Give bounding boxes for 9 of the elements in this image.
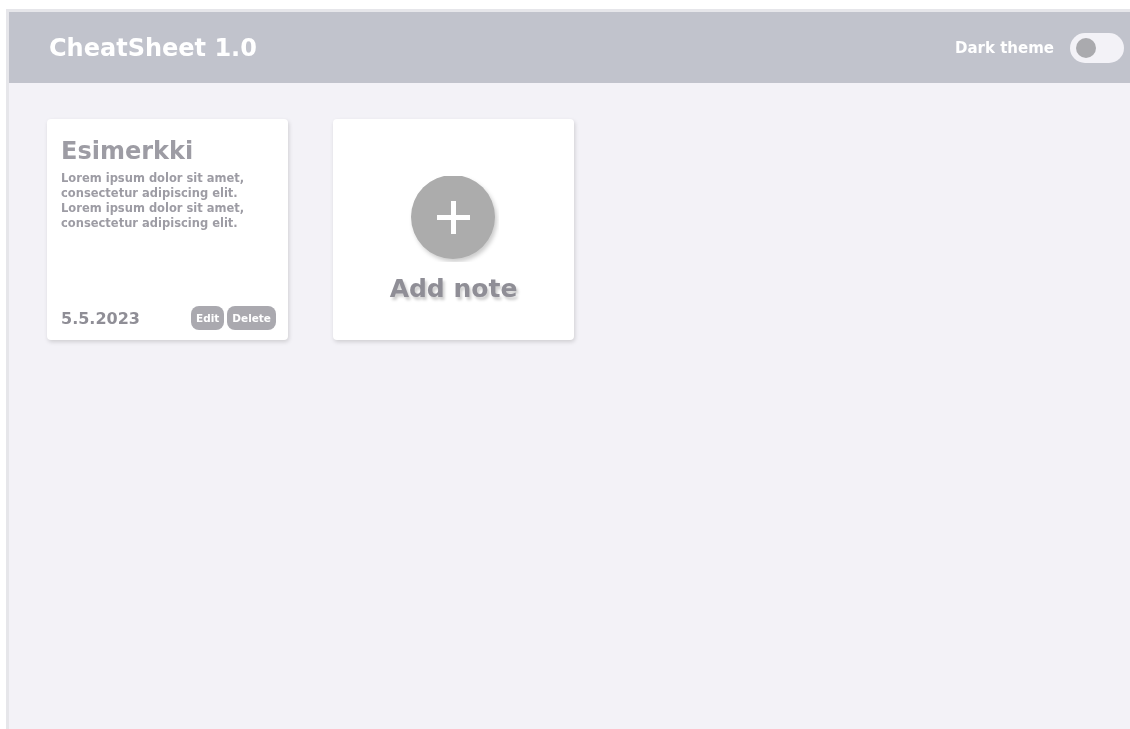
delete-button[interactable]: Delete	[227, 306, 276, 330]
note-title: Esimerkki	[61, 137, 195, 165]
note-date: 5.5.2023	[61, 308, 141, 328]
theme-toggle[interactable]	[1070, 32, 1124, 63]
toggle-label: Dark theme	[955, 38, 1054, 57]
note-body: Lorem ipsum dolor sit amet, consectetur adipiscing elit. Lorem ipsum dolor sit amet, consectetur adipiscing elit.	[61, 171, 246, 231]
add-note-card[interactable]: Add note	[333, 119, 574, 340]
edit-button[interactable]: Edit	[191, 306, 225, 330]
app-title: CheatSheet 1.0	[49, 33, 258, 62]
